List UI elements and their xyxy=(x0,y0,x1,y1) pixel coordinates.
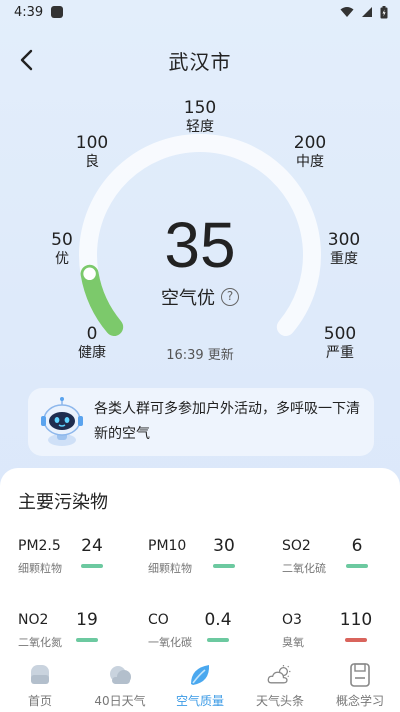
signal-icon xyxy=(362,7,372,17)
tab-home[interactable]: 首页 xyxy=(0,656,80,712)
scale-50: 50 优 xyxy=(51,230,73,267)
home-icon xyxy=(31,665,49,684)
leaf-icon xyxy=(191,665,210,685)
help-icon[interactable]: ? xyxy=(221,288,239,306)
pollutant-no2[interactable]: NO2 二氧化氮 19 xyxy=(18,610,138,662)
sun-cloud-icon xyxy=(267,665,291,684)
cloud-icon xyxy=(110,666,131,684)
back-button[interactable] xyxy=(10,44,42,76)
status-time: 4:39 xyxy=(14,4,44,20)
gauge-knob xyxy=(80,265,99,283)
aqi-value: 35 xyxy=(164,209,236,281)
level-bar xyxy=(213,564,235,568)
bottom-tab-bar: 首页 40日天气 空气质量 天气头条 概念学习 xyxy=(0,656,400,712)
wifi-icon xyxy=(340,7,354,17)
robot-mascot-icon xyxy=(41,397,83,446)
scale-300: 300 重度 xyxy=(327,230,361,267)
scale-100: 100 良 xyxy=(75,133,109,170)
advice-card: 各类人群可多参加户外活动，多呼吸一下清新的空气 xyxy=(28,388,374,456)
pollutant-pm25[interactable]: PM2.5 细颗粒物 24 xyxy=(18,536,138,588)
aqi-level-text: 空气优 xyxy=(161,288,215,309)
status-bar: 4:39 xyxy=(0,0,400,24)
scale-0: 0 健康 xyxy=(78,324,106,361)
tab-40day[interactable]: 40日天气 xyxy=(80,656,160,712)
level-bar xyxy=(207,638,229,642)
aqi-level: 空气优 ? xyxy=(161,284,239,310)
level-bar xyxy=(76,638,98,642)
scale-500: 500 严重 xyxy=(323,324,357,361)
level-bar xyxy=(81,564,103,568)
book-icon xyxy=(350,663,370,687)
page-title: 武汉市 xyxy=(168,49,232,74)
pollutant-section-title: 主要污染物 xyxy=(18,492,108,513)
aqi-gauge: 0 健康 50 优 100 良 150 轻度 200 中度 300 重度 500 严重 35 … xyxy=(0,90,400,380)
level-bar xyxy=(345,638,367,642)
header: 武汉市 xyxy=(0,40,400,80)
pollutant-co[interactable]: CO 一氧化碳 0.4 xyxy=(148,610,268,662)
tab-air-quality[interactable]: 空气质量 xyxy=(160,656,240,712)
tab-headlines[interactable]: 天气头条 xyxy=(240,656,320,712)
tab-learning[interactable]: 概念学习 xyxy=(320,656,400,712)
pollutant-o3[interactable]: O3 臭氧 110 xyxy=(282,610,400,662)
gauge-fill xyxy=(80,264,124,336)
pollutant-so2[interactable]: SO2 二氧化硫 6 xyxy=(282,536,400,588)
update-time: 16:39 更新 xyxy=(166,348,234,363)
pollutant-pm10[interactable]: PM10 细颗粒物 30 xyxy=(148,536,268,588)
advice-text: 各类人群可多参加户外活动，多呼吸一下清新的空气 xyxy=(94,401,360,442)
level-bar xyxy=(346,564,368,568)
scale-150: 150 轻度 xyxy=(183,98,217,135)
notification-icon xyxy=(51,6,64,18)
battery-icon xyxy=(380,5,388,18)
scale-200: 200 中度 xyxy=(293,133,327,170)
chevron-left-icon xyxy=(20,49,33,71)
